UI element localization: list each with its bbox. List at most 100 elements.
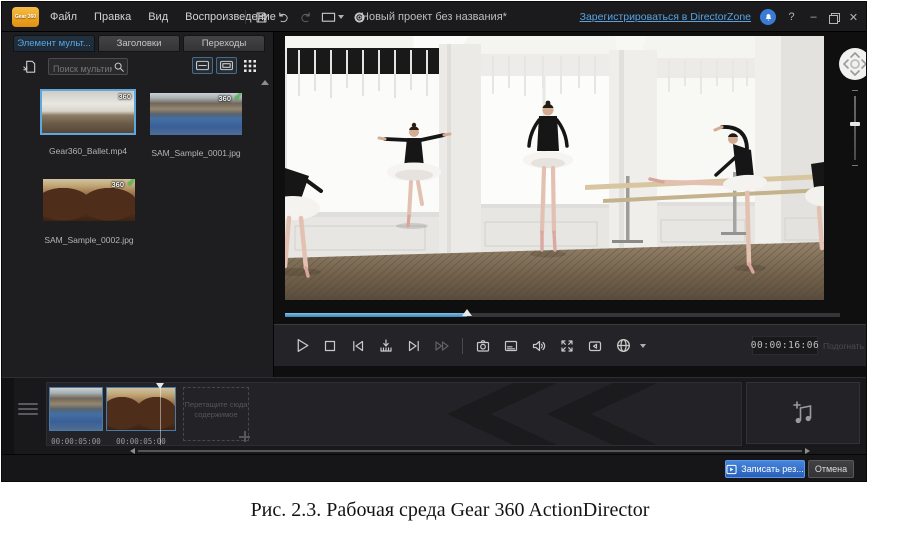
fit-dropdown-label: Подогнать (823, 341, 864, 351)
badge-360: 360 (118, 92, 131, 101)
library-tabs: Элемент мульт... Заголовки Переходы (13, 35, 265, 52)
titlebar: Gear 360 Файл Правка Вид Воспроизведение… (2, 2, 866, 32)
help-button[interactable]: ? (785, 11, 798, 23)
track-lines-icon (18, 413, 38, 415)
menu-item-view[interactable]: Вид (148, 11, 168, 23)
timeline-panel: 00:00:05:00 00:00:05:00 Перетащите сюда … (2, 377, 866, 454)
media-search-box (48, 58, 128, 75)
tab-transitions[interactable]: Переходы (183, 35, 265, 52)
dpad-control[interactable] (838, 47, 867, 81)
cancel-button[interactable]: Отмена (808, 460, 854, 478)
zoom-slider[interactable] (850, 90, 860, 166)
zoom-out-tick (852, 165, 858, 166)
titlebar-tools (245, 2, 366, 32)
badge-360: 360 (111, 180, 124, 189)
chevron-decoration (447, 383, 557, 445)
figure-caption: Рис. 2.3. Рабочая среда Gear 360 ActionD… (0, 499, 900, 522)
media-item-sample2[interactable]: 360 ✓ (43, 179, 135, 221)
previous-frame-button[interactable] (346, 334, 370, 358)
next-frame-button[interactable] (402, 334, 426, 358)
media-item-ballet[interactable]: 360 (42, 91, 134, 133)
zoom-in-tick (852, 90, 858, 91)
timeline-left-rail (2, 378, 14, 455)
timeline-clip-2[interactable] (106, 387, 176, 431)
minimize-button[interactable]: – (807, 11, 820, 23)
grid-view-button[interactable] (244, 60, 256, 72)
tab-media-room[interactable]: Элемент мульт... (13, 35, 95, 52)
snapshot-button[interactable] (471, 334, 495, 358)
subtitle-button[interactable] (499, 334, 523, 358)
view-mode-360-button[interactable] (192, 57, 213, 74)
checkmark-icon: ✓ (127, 179, 135, 189)
media-item-sample1[interactable]: 360 ✓ (150, 93, 242, 135)
seek-playhead[interactable] (462, 309, 472, 316)
produce-icon (726, 464, 737, 475)
library-toolbar (2, 54, 273, 80)
clip-thumbnail (50, 388, 102, 430)
restore-button[interactable] (829, 13, 838, 22)
playback-controls: 00:00:16:06 Подогнать (274, 324, 867, 366)
volume-button[interactable] (527, 334, 551, 358)
menu-item-edit[interactable]: Правка (94, 11, 131, 23)
produce-button[interactable]: Записать рез... (725, 460, 805, 478)
track-header[interactable] (18, 400, 38, 418)
video-viewport[interactable] (285, 36, 824, 300)
import-media-button[interactable] (22, 59, 37, 74)
media-filename: SAM_Sample_0001.jpg (141, 148, 251, 158)
timeline-clip-1[interactable] (49, 387, 103, 431)
ballet-scene (285, 36, 824, 300)
redo-icon[interactable] (299, 11, 312, 24)
scroll-up-arrow[interactable] (261, 80, 269, 85)
view-360-button[interactable] (611, 334, 635, 358)
view-mode-flat-button[interactable] (216, 57, 237, 74)
play-button[interactable] (290, 334, 314, 358)
stop-button[interactable] (318, 334, 342, 358)
screen-icon (195, 60, 210, 71)
settings-gear-icon[interactable] (353, 11, 366, 24)
aspect-ratio-icon (321, 11, 336, 23)
timecode-display: 00:00:16:06 (752, 336, 818, 355)
seek-bar[interactable] (285, 313, 840, 317)
preview-window-button[interactable] (583, 334, 607, 358)
footer-bar: Записать рез... Отмена (2, 454, 866, 482)
notification-bell-icon[interactable] (760, 9, 776, 25)
fit-dropdown[interactable]: Подогнать (823, 336, 865, 355)
tab-titles[interactable]: Заголовки (98, 35, 180, 52)
music-track-panel (746, 382, 860, 444)
track-lines-icon (18, 403, 38, 405)
scrollbar-track (138, 450, 802, 452)
cancel-button-label: Отмена (815, 464, 847, 474)
divider (462, 338, 463, 354)
fast-forward-button[interactable] (430, 334, 454, 358)
save-icon[interactable] (255, 11, 268, 24)
timeline-scrollbar[interactable] (130, 447, 810, 454)
add-content-plus-icon (239, 431, 250, 442)
produce-button-label: Записать рез... (741, 464, 803, 474)
book-page: Gear 360 Файл Правка Вид Воспроизведение… (0, 0, 900, 539)
close-button[interactable]: ✕ (847, 11, 860, 24)
chevron-down-icon (338, 15, 344, 19)
timeline-playhead[interactable] (156, 383, 165, 446)
clip-duration: 00:00:05:00 (49, 437, 103, 446)
timeline-track[interactable]: 00:00:05:00 00:00:05:00 Перетащите сюда … (46, 382, 742, 446)
undo-icon[interactable] (277, 11, 290, 24)
aspect-ratio-selector[interactable] (321, 11, 344, 23)
fullscreen-button[interactable] (555, 334, 579, 358)
add-music-button[interactable] (788, 398, 818, 428)
app-logo[interactable]: Gear 360 (12, 7, 39, 27)
slider-handle[interactable] (850, 122, 860, 126)
chevron-decoration (547, 383, 657, 445)
split-button[interactable] (374, 334, 398, 358)
chevron-down-icon[interactable] (640, 344, 646, 348)
checkmark-icon: ✓ (234, 93, 242, 103)
slider-track (854, 96, 856, 160)
menu-bar: Файл Правка Вид Воспроизведение (50, 2, 276, 32)
media-filename: Gear360_Ballet.mp4 (33, 146, 143, 156)
clip-duration: 00:00:05:00 (106, 437, 176, 446)
search-icon (113, 61, 125, 73)
badge-360: 360 (218, 94, 231, 103)
monitor-icon (219, 60, 234, 71)
preview-panel: 00:00:16:06 Подогнать (274, 32, 867, 377)
menu-item-file[interactable]: Файл (50, 11, 77, 23)
register-directorzone-link[interactable]: Зарегистрироваться в DirectorZone (580, 11, 751, 23)
